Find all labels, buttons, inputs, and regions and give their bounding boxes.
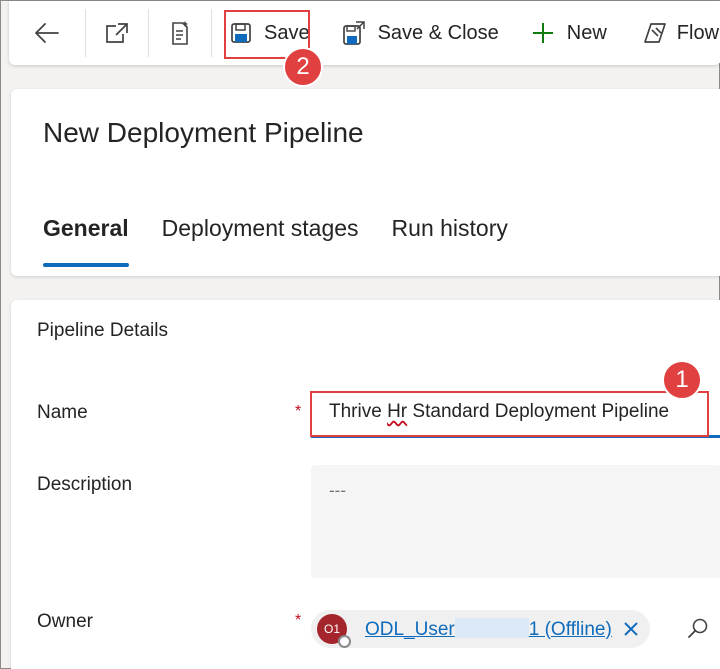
new-button[interactable]: New xyxy=(517,9,625,57)
command-bar: Save Save & Close New Flow xyxy=(9,1,720,65)
description-placeholder: --- xyxy=(329,481,346,500)
tab-general[interactable]: General xyxy=(43,215,129,267)
owner-name-prefix: ODL_User xyxy=(365,618,455,640)
flow-checker-button[interactable] xyxy=(149,9,211,57)
save-button-label: Save xyxy=(264,21,310,44)
name-label: Name xyxy=(37,402,88,423)
flow-icon xyxy=(643,22,667,44)
tab-run-history[interactable]: Run history xyxy=(392,215,508,242)
name-value-end: Standard Deployment Pipeline xyxy=(407,401,670,422)
annotation-badge-1: 1 xyxy=(662,360,702,400)
avatar: O1 xyxy=(317,614,351,648)
annotation-badge-2: 2 xyxy=(283,47,323,87)
section-title: Pipeline Details xyxy=(37,320,168,341)
presence-offline-icon xyxy=(338,635,351,648)
name-value-start: Thrive xyxy=(329,401,388,422)
checker-icon xyxy=(168,19,192,47)
tab-deployment-stages[interactable]: Deployment stages xyxy=(162,215,359,242)
search-icon[interactable] xyxy=(687,617,709,644)
owner-label: Owner xyxy=(37,611,93,632)
name-value-misspelled-word: Hr xyxy=(387,401,408,422)
required-indicator: * xyxy=(295,612,302,629)
owner-name-suffix: 1 (Offline) xyxy=(528,618,612,640)
redacted-text xyxy=(454,617,529,638)
save-and-close-button[interactable]: Save & Close xyxy=(326,9,517,57)
back-button[interactable] xyxy=(9,9,85,57)
popout-icon xyxy=(104,21,130,45)
form-header: New Deployment Pipeline General Deployme… xyxy=(11,89,720,276)
page-title: New Deployment Pipeline xyxy=(43,117,364,148)
required-indicator: * xyxy=(295,403,302,420)
description-field[interactable]: --- xyxy=(311,465,720,578)
close-icon[interactable] xyxy=(624,616,638,642)
save-close-icon xyxy=(342,20,366,46)
owner-lookup-field[interactable]: O1 ODL_User 1 (Offline) xyxy=(311,605,720,653)
flow-button[interactable]: Flow xyxy=(625,9,719,57)
owner-link[interactable]: ODL_User 1 (Offline) xyxy=(365,617,612,641)
add-icon xyxy=(531,21,555,45)
avatar-initials: O1 xyxy=(323,622,340,636)
open-in-new-window-button[interactable] xyxy=(86,9,148,57)
save-and-close-label: Save & Close xyxy=(377,21,499,44)
owner-chip: O1 ODL_User 1 (Offline) xyxy=(311,610,650,648)
name-field[interactable]: Thrive Hr Standard Deployment Pipeline xyxy=(311,392,720,438)
back-arrow-icon xyxy=(34,22,60,44)
form-tabs: General Deployment stages Run history xyxy=(43,215,541,267)
save-icon xyxy=(230,22,252,44)
new-button-label: New xyxy=(566,21,607,44)
pipeline-details-section: Pipeline Details Name * Thrive Hr Standa… xyxy=(11,300,720,669)
description-label: Description xyxy=(37,474,133,495)
flow-button-label: Flow xyxy=(676,21,720,44)
